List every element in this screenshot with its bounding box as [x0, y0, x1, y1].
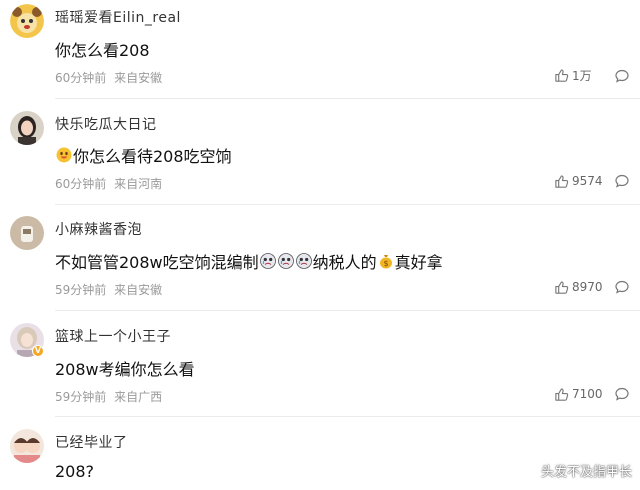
comment-text-part: 纳税人的 [312, 253, 377, 272]
comment-text-part: 真好拿 [394, 253, 443, 272]
comment-time: 60分钟前 [55, 177, 107, 191]
comment-meta: 59分钟前 来自安徽 [55, 281, 166, 298]
comment-text: 你怎么看208 [55, 41, 150, 60]
reply-button[interactable] [614, 68, 630, 84]
money-bag-emoji-icon: $ [378, 253, 394, 269]
happy-face-emoji-icon [56, 147, 72, 163]
verified-badge-icon: V [32, 345, 44, 357]
comment-item: 瑶瑶爱看Eilin_real 你怎么看208 60分钟前 来自安徽 1万 [0, 0, 640, 98]
comment-bubble-icon [615, 69, 629, 83]
like-button[interactable]: 1万 [554, 67, 606, 84]
comment-username[interactable]: 篮球上一个小王子 [55, 326, 171, 346]
reply-button[interactable] [614, 386, 630, 402]
thumbs-up-icon [555, 280, 569, 294]
comment-text: 不如管管208w吃空饷混编制 纳税人的 $ 真好拿 [55, 249, 443, 273]
comment-location: 来自广西 [114, 390, 163, 404]
comment-username[interactable]: 快乐吃瓜大日记 [55, 114, 157, 134]
like-count: 8970 [572, 280, 603, 294]
comment-time: 60分钟前 [55, 71, 107, 85]
comment-time: 59分钟前 [55, 283, 107, 297]
comment-text: 208? [55, 462, 95, 481]
reply-button[interactable] [614, 173, 630, 189]
comment-location: 来自河南 [114, 177, 163, 191]
reply-button[interactable] [614, 279, 630, 295]
comment-meta: 60分钟前 来自安徽 [55, 69, 166, 86]
avatar[interactable] [10, 429, 44, 463]
avatar[interactable] [10, 216, 44, 250]
comment-item: 快乐吃瓜大日记 你怎么看待208吃空饷 60分钟前 来自河南 9574 [0, 99, 640, 204]
comment-actions: 8970 [554, 279, 630, 295]
comment-username[interactable]: 已经毕业了 [55, 432, 128, 452]
like-button[interactable]: 7100 [554, 387, 606, 402]
svg-text:$: $ [383, 259, 388, 268]
comment-bubble-icon [615, 174, 629, 188]
comment-meta: 60分钟前 来自河南 [55, 175, 166, 192]
crying-face-emoji-icon [259, 253, 276, 269]
like-count: 7100 [572, 387, 603, 401]
comment-text-part: 不如管管208w吃空饷混编制 [55, 253, 259, 272]
comment-text: 你怎么看待208吃空饷 [55, 143, 232, 167]
like-button[interactable]: 9574 [554, 174, 606, 189]
comment-text-content: 你怎么看待208吃空饷 [73, 147, 232, 166]
avatar[interactable] [10, 111, 44, 145]
watermark-text: 头发不及指甲长 [540, 465, 632, 480]
comment-username[interactable]: 小麻辣酱香泡 [55, 219, 142, 239]
comment-meta: 59分钟前 来自广西 [55, 388, 166, 405]
comment-item: V 篮球上一个小王子 208w考编你怎么看 59分钟前 来自广西 7100 [0, 311, 640, 416]
comment-bubble-icon [615, 387, 629, 401]
comment-actions: 9574 [554, 173, 630, 189]
comment-time: 59分钟前 [55, 390, 107, 404]
crying-face-emoji-icon [277, 253, 294, 269]
comment-bubble-icon [615, 280, 629, 294]
thumbs-up-icon [555, 69, 569, 82]
comment-actions: 7100 [554, 386, 630, 402]
like-count: 9574 [572, 174, 603, 188]
avatar[interactable] [10, 4, 44, 38]
comment-username[interactable]: 瑶瑶爱看Eilin_real [55, 7, 181, 27]
comment-location: 来自安徽 [114, 71, 163, 85]
comment-item: 小麻辣酱香泡 不如管管208w吃空饷混编制 纳税人的 $ 真好拿 59分钟前 来… [0, 205, 640, 310]
like-button[interactable]: 8970 [554, 280, 606, 295]
comment-actions: 1万 [554, 67, 630, 84]
like-count: 1万 [572, 69, 592, 83]
crying-face-emoji-icon [295, 253, 312, 269]
comment-location: 来自安徽 [114, 283, 163, 297]
thumbs-up-icon [555, 387, 569, 401]
comment-text: 208w考编你怎么看 [55, 360, 195, 379]
thumbs-up-icon [555, 174, 569, 188]
